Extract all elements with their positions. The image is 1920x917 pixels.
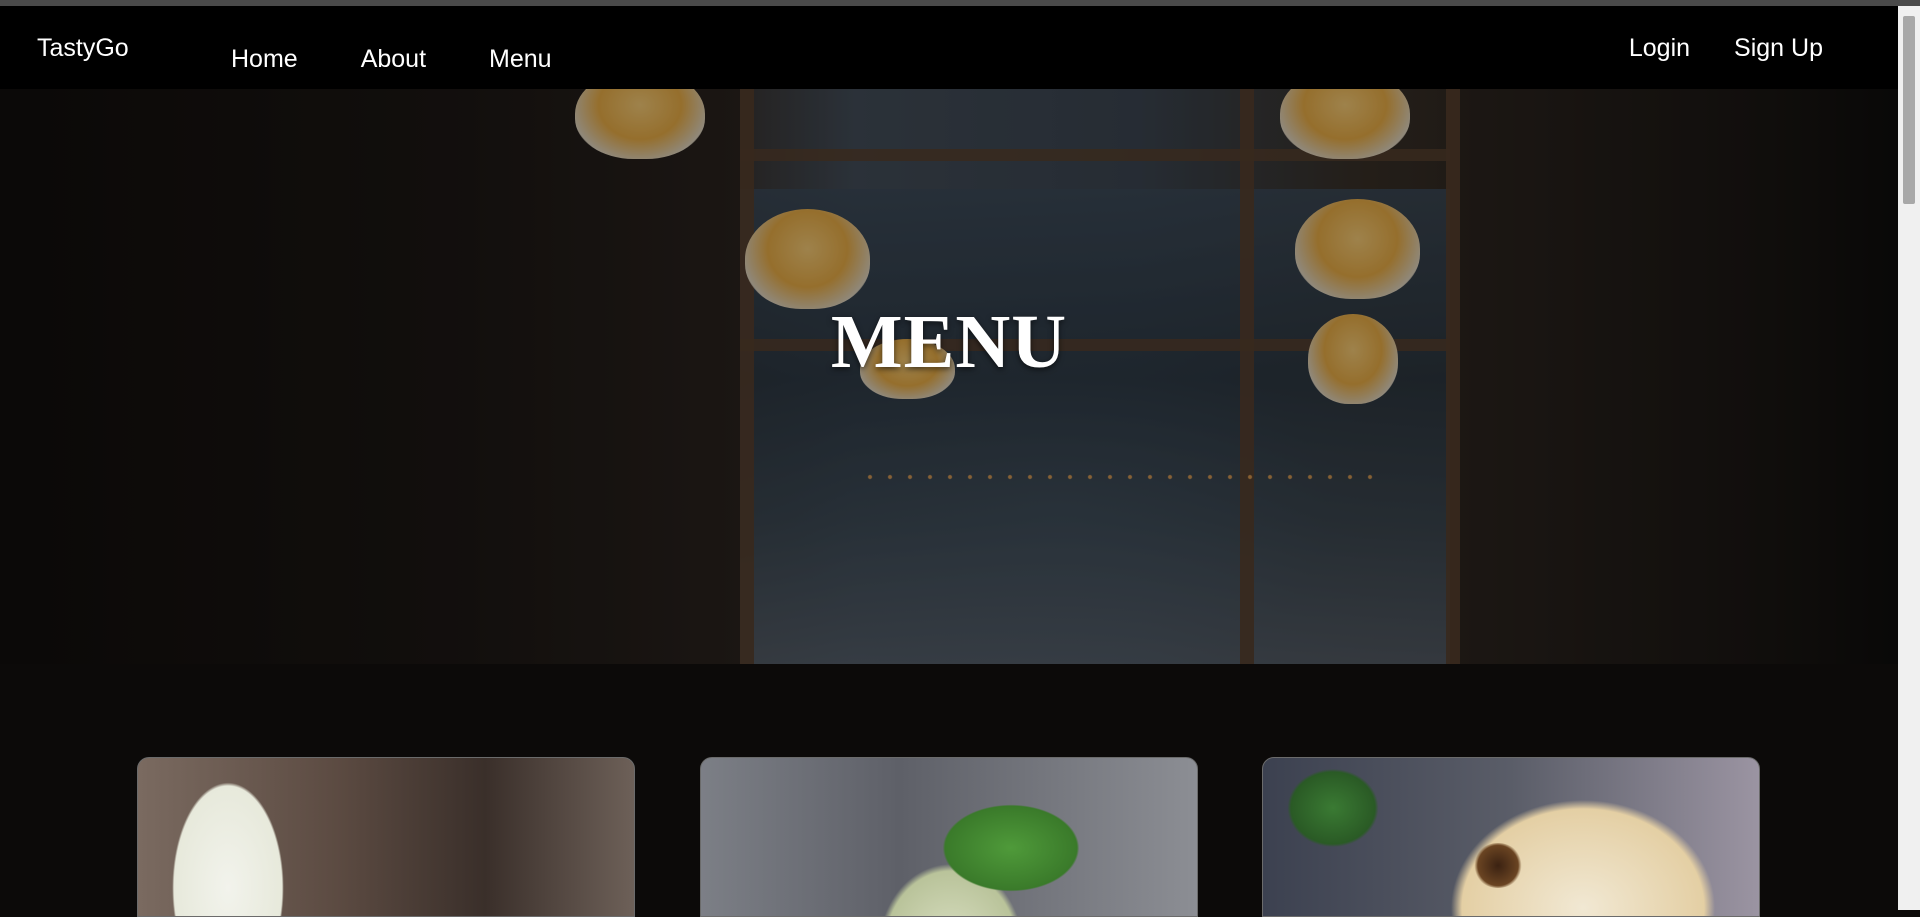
nav-home-link[interactable]: Home — [231, 45, 298, 74]
scrollbar-thumb[interactable] — [1903, 16, 1915, 204]
login-link[interactable]: Login — [1629, 34, 1690, 63]
nav-menu-link[interactable]: Menu — [489, 45, 552, 74]
naan-char-mark — [1473, 843, 1523, 888]
navbar: TastyGo Home About Menu Login Sign Up — [0, 6, 1898, 89]
nav-about-link[interactable]: About — [361, 45, 426, 74]
page-scrollbar[interactable] — [1898, 6, 1920, 910]
main-nav: Home About Menu — [231, 45, 615, 74]
menu-card-naan-image[interactable] — [1262, 757, 1760, 917]
menu-card-lassi-image[interactable] — [137, 757, 635, 917]
hero-banner: MENU — [0, 89, 1898, 664]
auth-nav: Login Sign Up — [1585, 34, 1823, 63]
signup-link[interactable]: Sign Up — [1734, 34, 1823, 63]
brand-logo[interactable]: TastyGo — [37, 34, 129, 63]
page-title: MENU — [830, 300, 1068, 384]
menu-card-mojito-image[interactable] — [700, 757, 1198, 917]
menu-items-section — [0, 664, 1898, 917]
